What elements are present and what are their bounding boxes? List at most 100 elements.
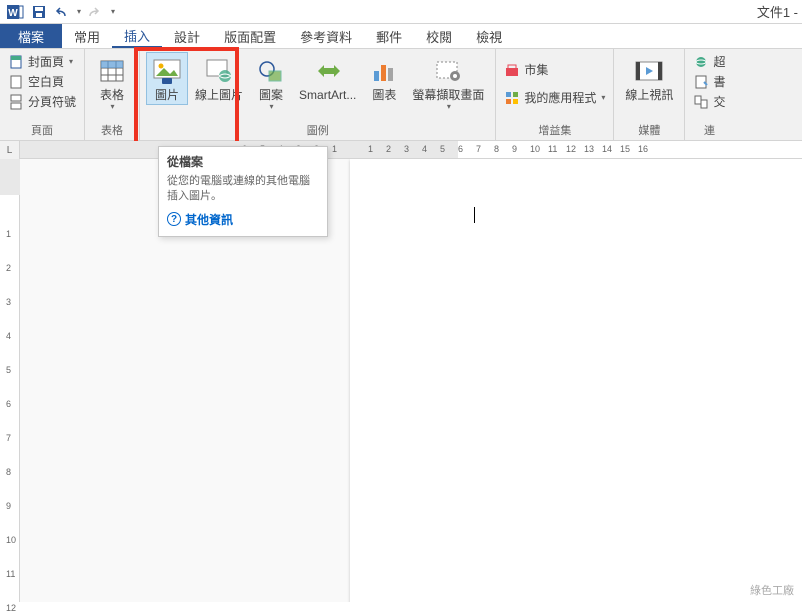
group-tables: 表格 ▾ 表格 xyxy=(85,49,140,140)
cover-page-icon xyxy=(8,54,24,70)
ruler-vertical[interactable]: 123456789101112 xyxy=(0,159,20,602)
screenshot-icon xyxy=(432,55,464,87)
word-app-icon[interactable]: W xyxy=(4,1,26,23)
page-break-label: 分頁符號 xyxy=(28,93,76,110)
page-canvas[interactable]: 綠色工廠 xyxy=(20,159,802,602)
tab-home[interactable]: 常用 xyxy=(62,24,112,48)
tab-insert[interactable]: 插入 xyxy=(112,24,162,48)
table-label: 表格 xyxy=(100,89,124,102)
ruler-h-number: 13 xyxy=(584,144,594,154)
group-media: 線上視訊 媒體 xyxy=(614,49,685,140)
ruler-v-number: 2 xyxy=(6,263,11,273)
ruler-h-number: 3 xyxy=(404,144,409,154)
hyperlink-button[interactable]: 超 xyxy=(691,52,727,71)
tab-design[interactable]: 設計 xyxy=(162,24,212,48)
document-title: 文件1 - xyxy=(757,2,798,21)
blank-page-label: 空白頁 xyxy=(28,73,64,90)
bookmark-icon xyxy=(693,74,709,90)
ruler-v-number: 3 xyxy=(6,297,11,307)
document-area: 123456789101112 綠色工廠 xyxy=(0,159,802,602)
pictures-label: 圖片 xyxy=(155,89,179,102)
chart-label: 圖表 xyxy=(372,89,396,102)
group-tables-label: 表格 xyxy=(91,120,133,140)
tab-mailings[interactable]: 郵件 xyxy=(364,24,414,48)
online-video-button[interactable]: 線上視訊 xyxy=(620,52,678,105)
redo-icon[interactable] xyxy=(81,1,103,23)
tooltip-description: 從您的電腦或連線的其他電腦插入圖片。 xyxy=(167,174,319,205)
group-illustrations-label: 圖例 xyxy=(146,120,489,140)
screenshot-label: 螢幕擷取畫面 xyxy=(412,89,484,102)
tooltip-help-link[interactable]: ? 其他資訊 xyxy=(167,211,319,228)
ruler-v-number: 7 xyxy=(6,433,11,443)
text-cursor xyxy=(474,207,475,223)
tooltip-title: 從檔案 xyxy=(167,153,319,170)
chart-icon xyxy=(368,55,400,87)
undo-icon[interactable] xyxy=(52,1,74,23)
cover-page-button[interactable]: 封面頁▾ xyxy=(6,52,78,71)
ruler-corner: L xyxy=(0,141,20,159)
ruler-h-number: 11 xyxy=(548,144,557,154)
table-button[interactable]: 表格 ▾ xyxy=(91,52,133,114)
pictures-button[interactable]: 圖片 xyxy=(146,52,188,105)
ruler-h-track[interactable]: 65432112345678910111213141516 xyxy=(20,141,802,158)
blank-page-button[interactable]: 空白頁 xyxy=(6,72,78,91)
group-links: 超 書 交 連 xyxy=(685,49,733,140)
online-pictures-icon xyxy=(203,55,235,87)
ruler-h-number: 12 xyxy=(566,144,576,154)
ribbon-tabs: 檔案 常用 插入 設計 版面配置 參考資料 郵件 校閱 檢視 xyxy=(0,24,802,49)
my-apps-label: 我的應用程式 xyxy=(524,89,596,106)
crossref-icon xyxy=(693,94,709,110)
hyperlink-icon xyxy=(693,54,709,70)
tab-references[interactable]: 參考資料 xyxy=(288,24,364,48)
store-button[interactable]: 市集 xyxy=(502,60,607,79)
group-addins: 市集 我的應用程式▾ 增益集 xyxy=(496,49,614,140)
tab-file[interactable]: 檔案 xyxy=(0,24,62,48)
ruler-v-number: 11 xyxy=(6,569,15,579)
cover-page-label: 封面頁 xyxy=(28,53,64,70)
ruler-v-number: 12 xyxy=(6,603,16,613)
screenshot-button[interactable]: 螢幕擷取畫面 ▾ xyxy=(407,52,489,114)
group-addins-label: 增益集 xyxy=(502,120,607,140)
quick-access-toolbar: W ▾ ▾ 文件1 - xyxy=(0,0,802,24)
group-pages: 封面頁▾ 空白頁 分頁符號 頁面 xyxy=(0,49,85,140)
watermark-text: 綠色工廠 xyxy=(750,582,794,598)
ruler-h-number: 9 xyxy=(512,144,517,154)
smartart-button[interactable]: SmartArt... xyxy=(294,52,361,105)
bookmark-button[interactable]: 書 xyxy=(691,72,727,91)
ruler-v-number: 4 xyxy=(6,331,11,341)
ruler-h-number: 1 xyxy=(332,144,337,154)
save-icon[interactable] xyxy=(28,1,50,23)
tooltip-help-label: 其他資訊 xyxy=(185,211,233,228)
store-label: 市集 xyxy=(524,61,548,78)
group-illustrations: 圖片 線上圖片 圖案 ▾ SmartArt... 圖表 螢幕擷取畫面 xyxy=(140,49,496,140)
ruler-horizontal[interactable]: L 65432112345678910111213141516 xyxy=(0,141,802,159)
document-page[interactable] xyxy=(350,159,802,602)
tab-review[interactable]: 校閱 xyxy=(414,24,464,48)
chart-button[interactable]: 圖表 xyxy=(363,52,405,105)
chevron-down-icon: ▾ xyxy=(447,102,451,111)
help-icon: ? xyxy=(167,212,181,226)
shapes-button[interactable]: 圖案 ▾ xyxy=(250,52,292,114)
ribbon: 封面頁▾ 空白頁 分頁符號 頁面 表格 ▾ 表格 xyxy=(0,49,802,141)
blank-page-icon xyxy=(8,74,24,90)
ruler-h-number: 5 xyxy=(440,144,445,154)
qat-customize-icon[interactable]: ▾ xyxy=(111,7,115,16)
ruler-h-number: 6 xyxy=(458,144,463,154)
crossref-button[interactable]: 交 xyxy=(691,92,727,111)
ruler-h-number: 8 xyxy=(494,144,499,154)
ruler-v-number: 1 xyxy=(6,229,11,239)
ruler-h-number: 4 xyxy=(422,144,427,154)
ruler-v-number: 9 xyxy=(6,501,11,511)
shapes-icon xyxy=(255,55,287,87)
online-pictures-button[interactable]: 線上圖片 xyxy=(190,52,248,105)
ruler-v-number: 5 xyxy=(6,365,11,375)
my-apps-button[interactable]: 我的應用程式▾ xyxy=(502,88,607,107)
tab-view[interactable]: 檢視 xyxy=(464,24,514,48)
smartart-icon xyxy=(312,55,344,87)
table-icon xyxy=(96,55,128,87)
page-break-button[interactable]: 分頁符號 xyxy=(6,92,78,111)
my-apps-icon xyxy=(504,90,520,106)
tab-layout[interactable]: 版面配置 xyxy=(212,24,288,48)
ruler-v-number: 10 xyxy=(6,535,16,545)
ruler-h-number: 2 xyxy=(386,144,391,154)
